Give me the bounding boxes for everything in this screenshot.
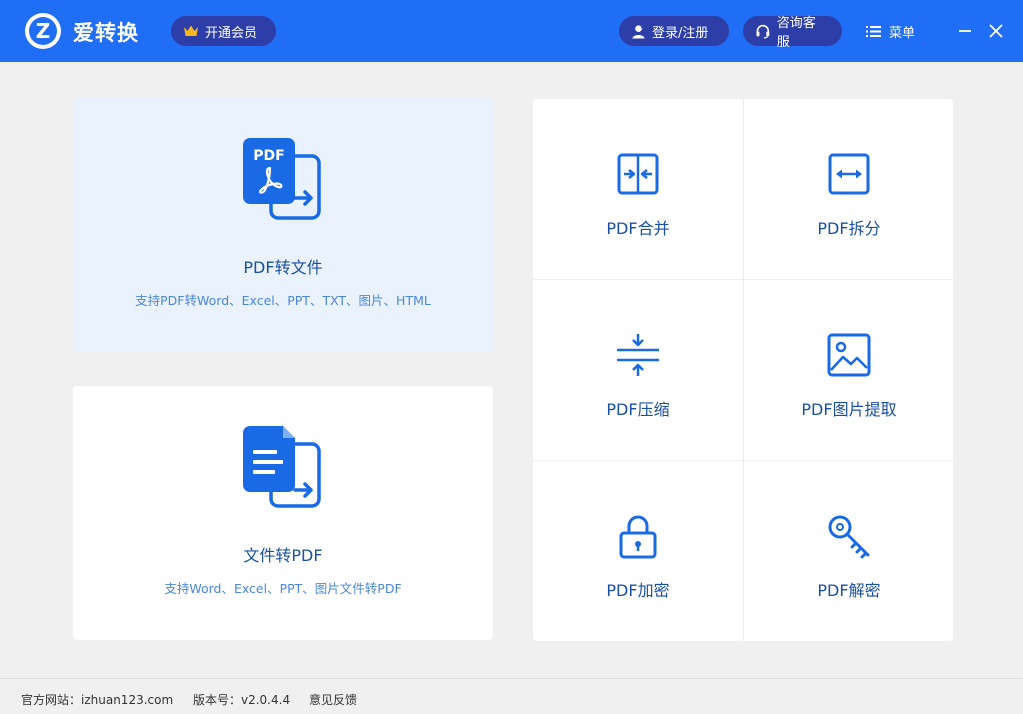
file-to-pdf-subtitle: 支持Word、Excel、PPT、图片文件转PDF bbox=[164, 581, 402, 596]
feedback-link[interactable]: 意见反馈 bbox=[309, 691, 357, 708]
vip-button[interactable]: 开通会员 bbox=[171, 16, 276, 46]
tool-pdf-decrypt[interactable]: PDF解密 bbox=[744, 461, 954, 641]
minimize-button[interactable] bbox=[954, 20, 976, 42]
file-to-pdf-title: 文件转PDF bbox=[243, 546, 323, 565]
pdf-to-file-title: PDF转文件 bbox=[243, 258, 323, 277]
service-label: 咨询客服 bbox=[776, 16, 816, 50]
logo-letter: Z bbox=[29, 17, 57, 45]
tool-label: PDF加密 bbox=[606, 581, 670, 600]
tool-label: PDF图片提取 bbox=[801, 400, 897, 419]
tool-label: PDF拆分 bbox=[817, 219, 881, 238]
list-menu-icon bbox=[866, 25, 881, 37]
official-site-text: 官方网站：izhuan123.com bbox=[21, 693, 174, 707]
pdf-to-file-card[interactable]: PDF PDF转文件 支持PDF转Word、Excel、PPT、TXT、图片、H… bbox=[73, 98, 493, 352]
status-bar: 官方网站：izhuan123.com 版本号：v2.0.4.4 意见反馈 bbox=[0, 678, 1023, 714]
key-icon bbox=[828, 515, 870, 559]
pdf-icon-text: PDF bbox=[253, 148, 284, 164]
compress-icon bbox=[617, 334, 659, 376]
close-button[interactable] bbox=[985, 20, 1007, 42]
pdf-convert-icon: PDF bbox=[243, 138, 321, 220]
headset-icon bbox=[756, 24, 770, 39]
tool-label: PDF压缩 bbox=[606, 400, 670, 419]
tool-pdf-compress[interactable]: PDF压缩 bbox=[533, 280, 743, 460]
tools-panel: PDF合并 PDF拆分 PDF压缩 PDF图片提取 PDF加密 PDF解密 bbox=[533, 99, 953, 641]
merge-icon bbox=[617, 153, 659, 195]
tool-pdf-merge[interactable]: PDF合并 bbox=[533, 99, 743, 279]
tool-pdf-split[interactable]: PDF拆分 bbox=[744, 99, 954, 279]
vip-label: 开通会员 bbox=[205, 25, 258, 41]
minimize-icon bbox=[959, 30, 971, 32]
title-bar: Z 爱转换 开通会员 登录/注册 咨询客服 菜单 bbox=[0, 0, 1023, 62]
crown-icon bbox=[184, 25, 198, 36]
tool-label: PDF解密 bbox=[817, 581, 881, 600]
split-icon bbox=[828, 153, 870, 195]
document-convert-icon bbox=[243, 426, 321, 508]
app-title: 爱转换 bbox=[73, 21, 139, 45]
login-button[interactable]: 登录/注册 bbox=[619, 16, 729, 46]
tool-pdf-image-extract[interactable]: PDF图片提取 bbox=[744, 280, 954, 460]
menu-label: 菜单 bbox=[889, 25, 916, 41]
user-icon bbox=[632, 24, 645, 39]
app-logo: Z bbox=[25, 13, 61, 49]
customer-service-button[interactable]: 咨询客服 bbox=[743, 16, 842, 50]
tool-pdf-encrypt[interactable]: PDF加密 bbox=[533, 461, 743, 641]
login-label: 登录/注册 bbox=[652, 25, 709, 41]
pdf-to-file-subtitle: 支持PDF转Word、Excel、PPT、TXT、图片、HTML bbox=[135, 293, 431, 308]
lock-icon bbox=[619, 515, 657, 559]
tool-label: PDF合并 bbox=[606, 219, 670, 238]
image-icon bbox=[827, 333, 871, 377]
version-text: 版本号：v2.0.4.4 bbox=[193, 693, 291, 707]
file-to-pdf-card[interactable]: 文件转PDF 支持Word、Excel、PPT、图片文件转PDF bbox=[73, 386, 493, 640]
menu-button[interactable]: 菜单 bbox=[866, 16, 915, 46]
close-icon bbox=[989, 24, 1003, 38]
